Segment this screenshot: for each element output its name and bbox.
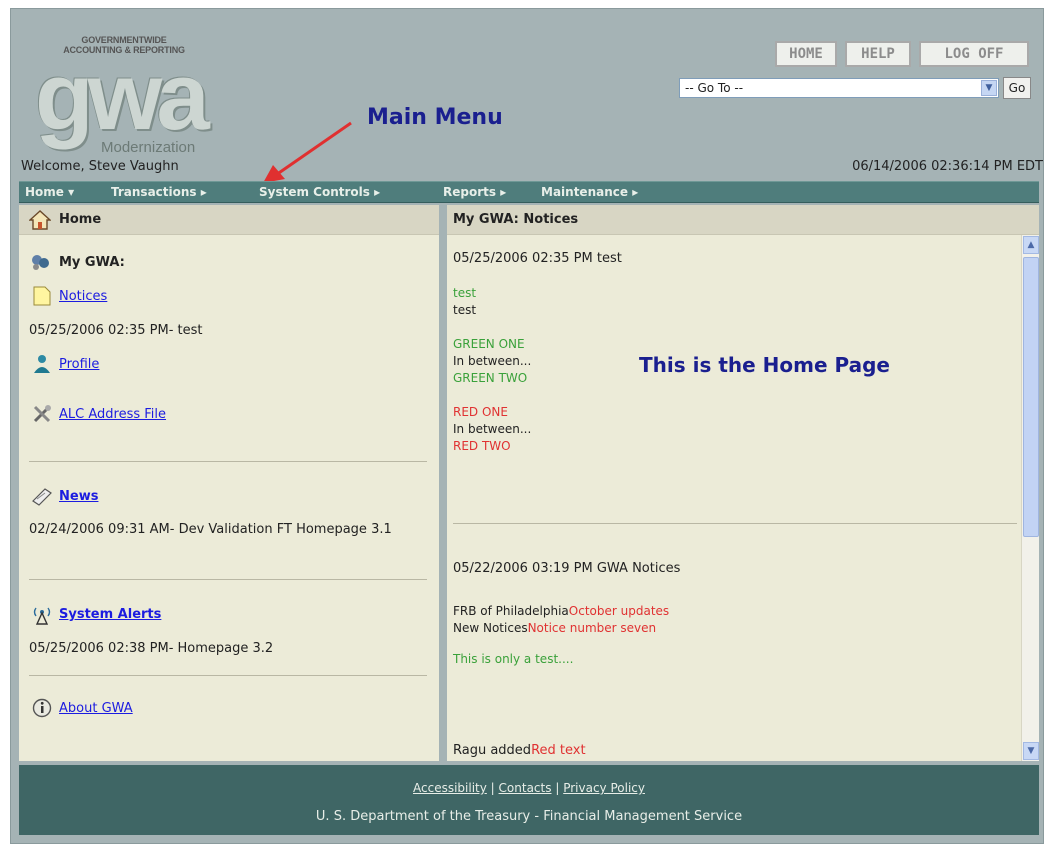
- footer-separator: |: [555, 781, 560, 795]
- nav-item-reports[interactable]: Reports ▸: [443, 182, 506, 204]
- goto-selected-value: -- Go To --: [685, 81, 744, 95]
- divider: [29, 461, 427, 462]
- system-alerts-link[interactable]: System Alerts: [59, 607, 161, 622]
- divider: [29, 675, 427, 676]
- notice-header: 05/25/2006 02:35 PM test: [453, 251, 622, 266]
- privacy-policy-link[interactable]: Privacy Policy: [563, 781, 645, 795]
- divider: [29, 579, 427, 580]
- home-panel-title: Home: [59, 212, 102, 227]
- notices-link[interactable]: Notices: [59, 289, 107, 304]
- notice-page-icon: [33, 286, 51, 306]
- notice-body: test test GREEN ONE In between... GREEN …: [453, 286, 532, 453]
- nav-item-home[interactable]: Home ▾: [25, 182, 74, 204]
- accessibility-link[interactable]: Accessibility: [413, 781, 487, 795]
- news-link[interactable]: News: [59, 489, 98, 504]
- welcome-text: Welcome, Steve Vaughn: [21, 159, 179, 174]
- logo-subtitle: Modernization: [101, 139, 196, 156]
- info-icon: [32, 698, 52, 718]
- antenna-icon: [33, 607, 51, 625]
- profile-link[interactable]: Profile: [59, 357, 99, 372]
- notices-panel-title: My GWA: Notices: [447, 205, 1039, 235]
- chevron-right-icon: ▸: [500, 185, 507, 199]
- news-entry: 02/24/2006 09:31 AM- Dev Validation FT H…: [29, 522, 392, 537]
- alc-address-file-link[interactable]: ALC Address File: [59, 407, 166, 422]
- notice-entry: 05/25/2006 02:35 PM- test: [29, 323, 203, 338]
- home-button[interactable]: HOME: [775, 41, 837, 67]
- system-alerts-entry: 05/25/2006 02:38 PM- Homepage 3.2: [29, 641, 274, 656]
- nav-item-system-controls[interactable]: System Controls ▸: [259, 182, 380, 204]
- chevron-right-icon: ▸: [632, 185, 639, 199]
- my-gwa-label: My GWA:: [59, 255, 125, 270]
- gwa-logo[interactable]: GOVERNMENTWIDE ACCOUNTING & REPORTING gw…: [19, 29, 259, 161]
- scroll-up-arrow-icon[interactable]: ▲: [1023, 236, 1039, 254]
- footer-links: Accessibility | Contacts | Privacy Polic…: [19, 781, 1039, 795]
- footer-separator: |: [490, 781, 495, 795]
- scroll-down-arrow-icon[interactable]: ▼: [1023, 742, 1039, 760]
- notice-body: FRB of PhiladelphiaOctober updates New N…: [453, 604, 670, 666]
- logo-wordmark: gwa: [35, 43, 210, 150]
- chevron-down-icon[interactable]: ▼: [981, 80, 997, 96]
- tools-icon: [33, 405, 51, 423]
- nav-item-maintenance[interactable]: Maintenance ▸: [541, 182, 638, 204]
- home-page-annotation: This is the Home Page: [639, 353, 890, 377]
- help-button[interactable]: HELP: [845, 41, 911, 67]
- home-panel: Home My GWA: Notices 05/25/2006 02:35 PM…: [19, 205, 439, 761]
- notices-panel: My GWA: Notices 05/25/2006 02:35 PM test…: [447, 205, 1039, 761]
- about-gwa-link[interactable]: About GWA: [59, 701, 133, 716]
- main-menu-bar: Home ▾ Transactions ▸ System Controls ▸ …: [19, 181, 1039, 203]
- footer-agency-text: U. S. Department of the Treasury - Finan…: [315, 809, 743, 824]
- nav-item-transactions[interactable]: Transactions ▸: [111, 182, 207, 204]
- contacts-link[interactable]: Contacts: [499, 781, 552, 795]
- home-icon: [29, 210, 51, 230]
- go-button[interactable]: Go: [1003, 77, 1031, 99]
- news-icon: [32, 488, 52, 506]
- annotation-arrow-icon: [263, 121, 352, 183]
- footer: Accessibility | Contacts | Privacy Polic…: [19, 765, 1039, 835]
- main-menu-annotation: Main Menu: [367, 105, 503, 130]
- scroll-thumb[interactable]: [1023, 257, 1039, 537]
- notices-scrollbar[interactable]: ▲ ▼: [1021, 235, 1039, 761]
- notice-header: 05/22/2006 03:19 PM GWA Notices: [453, 561, 681, 576]
- my-gwa-icon: [32, 255, 49, 270]
- current-datetime: 06/14/2006 02:36:14 PM EDT: [852, 159, 1043, 174]
- chevron-down-icon: ▾: [68, 185, 75, 199]
- profile-person-icon: [34, 355, 50, 373]
- log-off-button[interactable]: LOG OFF: [919, 41, 1029, 67]
- divider: [453, 523, 1017, 524]
- goto-select[interactable]: -- Go To -- ▼: [679, 78, 999, 98]
- chevron-right-icon: ▸: [200, 185, 207, 199]
- chevron-right-icon: ▸: [374, 185, 381, 199]
- home-panel-header: Home: [19, 205, 439, 235]
- gwa-window: GOVERNMENTWIDE ACCOUNTING & REPORTING gw…: [10, 8, 1044, 844]
- notice-entry: Ragu addedRed text: [453, 743, 586, 758]
